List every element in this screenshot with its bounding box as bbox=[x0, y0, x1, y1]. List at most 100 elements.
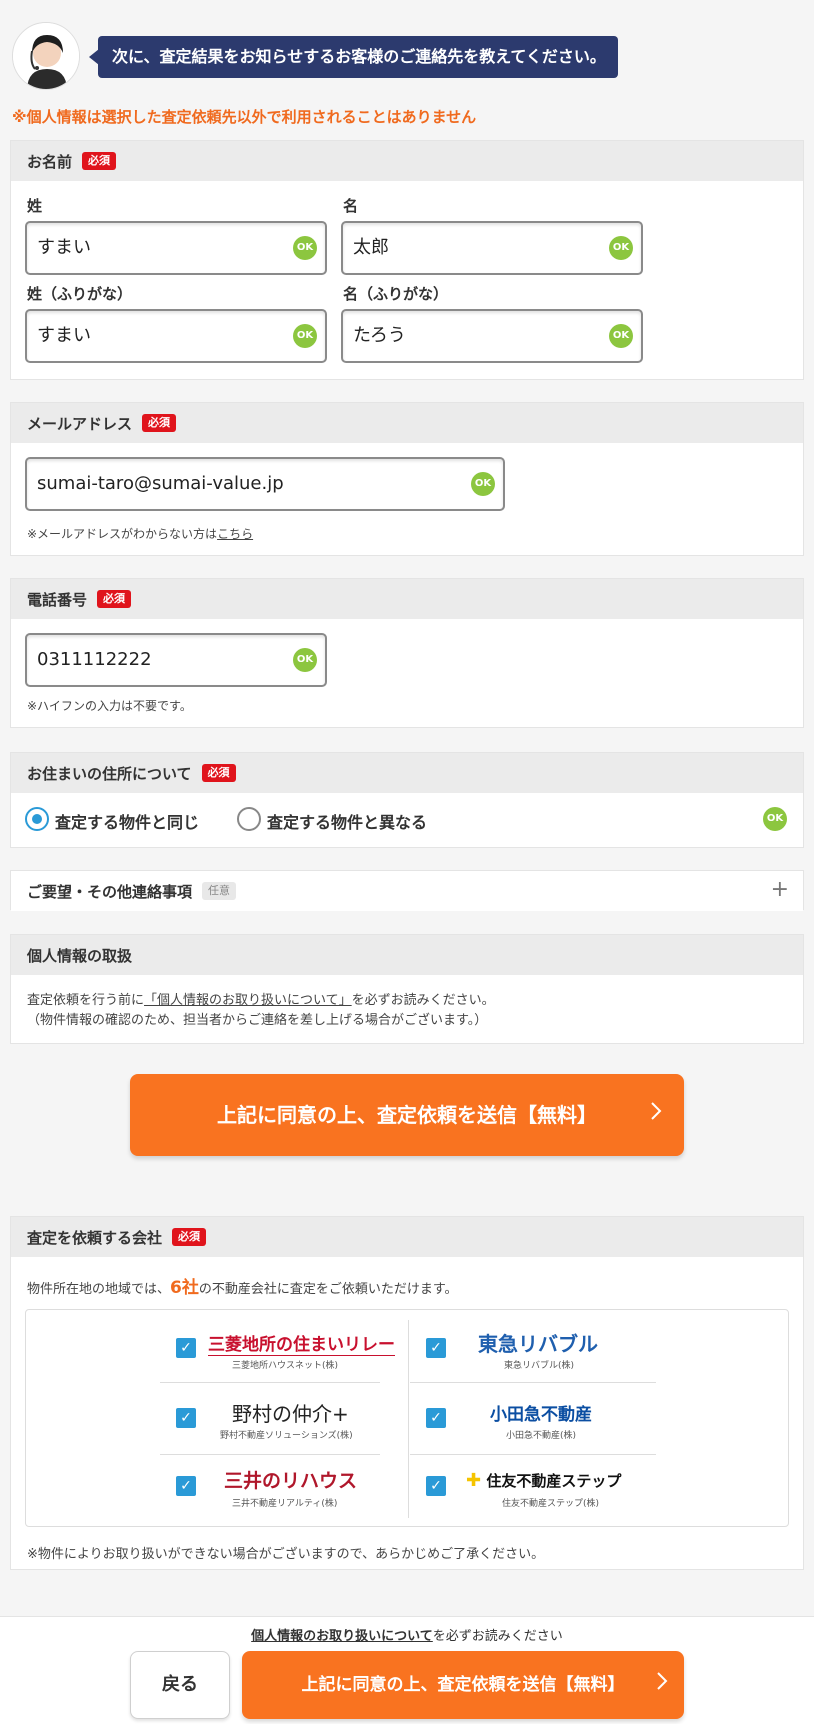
ok-check-icon: OK bbox=[293, 236, 317, 260]
company-checkbox-mitsui[interactable]: ✓ bbox=[176, 1476, 196, 1496]
email-help-link[interactable]: こちら bbox=[217, 527, 253, 541]
address-section-title: お住まいの住所について bbox=[27, 764, 192, 783]
companies-section-title: 査定を依頼する会社 bbox=[27, 1228, 163, 1247]
phone-help-note: ※ハイフンの入力は不要です。 bbox=[27, 699, 192, 713]
first-name-input[interactable]: 太郎 OK bbox=[341, 221, 643, 275]
ok-check-icon: OK bbox=[609, 236, 633, 260]
privacy-text: 査定依頼を行う前に「個人情報のお取り扱いについて」を必ずお読みください。 （物件… bbox=[27, 991, 495, 1031]
ok-check-icon: OK bbox=[471, 472, 495, 496]
privacy-section-title: 個人情報の取扱 bbox=[27, 946, 133, 965]
address-different-label[interactable]: 査定する物件と異なる bbox=[267, 809, 427, 833]
required-badge: 必須 bbox=[82, 152, 117, 170]
operator-avatar bbox=[12, 22, 80, 90]
first-kana-input[interactable]: たろう OK bbox=[341, 309, 643, 363]
privacy-text-suffix: を必ずお読みください。 bbox=[351, 993, 495, 1008]
last-kana-label: 姓（ふりがな） bbox=[27, 285, 133, 303]
footer-submit-button[interactable]: 上記に同意の上、査定依頼を送信【無料】 bbox=[242, 1651, 684, 1719]
email-value: sumai-taro@sumai-value.jp bbox=[37, 473, 284, 494]
companies-intro: 物件所在地の地域では、6社の不動産会社に査定をご依頼いただけます。 bbox=[27, 1273, 458, 1298]
company-logo-sumitomo-text: 住友不動産ステップ bbox=[486, 1472, 622, 1490]
last-kana-value: すまい bbox=[37, 325, 91, 346]
phone-section: 電話番号 必須 0311112222 OK ※ハイフンの入力は不要です。 bbox=[10, 578, 804, 728]
required-badge: 必須 bbox=[142, 414, 177, 432]
expand-plus-icon[interactable]: + bbox=[771, 877, 789, 902]
guide-bubble: 次に、査定結果をお知らせするお客様のご連絡先を教えてください。 bbox=[89, 36, 618, 78]
privacy-section-header: 個人情報の取扱 bbox=[11, 935, 803, 975]
chevron-right-icon bbox=[656, 1651, 668, 1719]
companies-list: ✓ 三菱地所の住まいリレー 三菱地所ハウスネット(株) ✓ 東急リバブル 東急リ… bbox=[25, 1309, 789, 1527]
first-kana-label: 名（ふりがな） bbox=[343, 285, 449, 303]
name-section: お名前 必須 姓 名 すまい OK 太郎 OK 姓（ふりがな） 名（ふりがな） … bbox=[10, 140, 804, 380]
companies-section-header: 査定を依頼する会社 必須 bbox=[11, 1217, 803, 1257]
company-name-nomura: 野村不動産ソリューションズ(株) bbox=[220, 1431, 353, 1441]
ok-check-icon: OK bbox=[609, 324, 633, 348]
last-kana-input[interactable]: すまい OK bbox=[25, 309, 327, 363]
sumitomo-leaf-icon: ✚ bbox=[466, 1470, 482, 1491]
required-badge: 必須 bbox=[172, 1228, 207, 1246]
company-name-odakyu: 小田急不動産(株) bbox=[506, 1431, 577, 1441]
address-different-radio[interactable] bbox=[237, 807, 261, 831]
email-section-title: メールアドレス bbox=[27, 414, 133, 433]
privacy-notice: ※個人情報は選択した査定依頼先以外で利用されることはありません bbox=[12, 108, 477, 126]
companies-intro-suffix: の不動産会社に査定をご依頼いただけます。 bbox=[198, 1282, 458, 1297]
company-checkbox-odakyu[interactable]: ✓ bbox=[426, 1408, 446, 1428]
footer-bar: 個人情報のお取り扱いについてを必ずお読みください 戻る 上記に同意の上、査定依頼… bbox=[0, 1616, 814, 1724]
privacy-text-prefix: 査定依頼を行う前に bbox=[27, 993, 145, 1008]
company-checkbox-nomura[interactable]: ✓ bbox=[176, 1408, 196, 1428]
company-name-mitsubishi: 三菱地所ハウスネット(株) bbox=[232, 1361, 339, 1371]
phone-section-header: 電話番号 必須 bbox=[11, 579, 803, 619]
back-button[interactable]: 戻る bbox=[130, 1651, 230, 1719]
companies-section: 査定を依頼する会社 必須 物件所在地の地域では、6社の不動産会社に査定をご依頼い… bbox=[10, 1216, 804, 1570]
footer-privacy-link[interactable]: 個人情報のお取り扱いについて bbox=[251, 1629, 433, 1644]
ok-check-icon: OK bbox=[293, 648, 317, 672]
footer-notice-suffix: を必ずお読みください bbox=[432, 1629, 563, 1644]
footer-notice: 個人情報のお取り扱いについてを必ずお読みください bbox=[0, 1625, 814, 1644]
privacy-text-line2: （物件情報の確認のため、担当者からご連絡を差し上げる場合がございます。） bbox=[27, 1013, 488, 1028]
company-logo-nomura: 野村の仲介+ bbox=[232, 1402, 349, 1426]
companies-count: 6社 bbox=[170, 1278, 199, 1298]
last-name-value: すまい bbox=[37, 237, 91, 258]
company-logo-tokyu: 東急リバブル bbox=[478, 1332, 598, 1356]
company-checkbox-mitsubishi[interactable]: ✓ bbox=[176, 1338, 196, 1358]
companies-intro-prefix: 物件所在地の地域では、 bbox=[27, 1282, 171, 1297]
company-logo-odakyu: 小田急不動産 bbox=[490, 1405, 592, 1425]
email-help-note: ※メールアドレスがわからない方はこちら bbox=[27, 525, 253, 542]
company-checkbox-sumitomo[interactable]: ✓ bbox=[426, 1476, 446, 1496]
requests-section[interactable]: ご要望・その他連絡事項 任意 + bbox=[10, 870, 804, 911]
phone-input[interactable]: 0311112222 OK bbox=[25, 633, 327, 687]
last-name-input[interactable]: すまい OK bbox=[25, 221, 327, 275]
privacy-policy-link[interactable]: 「個人情報のお取り扱いについて」 bbox=[144, 993, 352, 1008]
company-logo-sumitomo: ✚ 住友不動産ステップ bbox=[466, 1470, 621, 1491]
company-name-mitsui: 三井不動産リアルティ(株) bbox=[232, 1499, 338, 1509]
first-name-value: 太郎 bbox=[353, 237, 389, 258]
company-checkbox-tokyu[interactable]: ✓ bbox=[426, 1338, 446, 1358]
address-section-header: お住まいの住所について 必須 bbox=[11, 753, 803, 793]
company-logo-mitsui: 三井のリハウス bbox=[224, 1470, 358, 1492]
email-section-header: メールアドレス 必須 bbox=[11, 403, 803, 443]
ok-check-icon: OK bbox=[763, 807, 787, 831]
requests-section-header[interactable]: ご要望・その他連絡事項 任意 + bbox=[11, 871, 803, 911]
ok-check-icon: OK bbox=[293, 324, 317, 348]
name-section-header: お名前 必須 bbox=[11, 141, 803, 181]
optional-badge: 任意 bbox=[202, 882, 237, 900]
company-logo-mitsubishi: 三菱地所の住まいリレー bbox=[208, 1330, 395, 1356]
chevron-right-icon bbox=[650, 1074, 662, 1156]
phone-value: 0311112222 bbox=[37, 649, 152, 670]
requests-section-title: ご要望・その他連絡事項 bbox=[27, 882, 193, 901]
email-input[interactable]: sumai-taro@sumai-value.jp OK bbox=[25, 457, 505, 511]
last-name-label: 姓 bbox=[27, 197, 43, 215]
company-name-sumitomo: 住友不動産ステップ(株) bbox=[502, 1499, 600, 1509]
privacy-section: 個人情報の取扱 査定依頼を行う前に「個人情報のお取り扱いについて」を必ずお読みく… bbox=[10, 934, 804, 1044]
phone-section-title: 電話番号 bbox=[27, 590, 88, 609]
guide-bubble-text: 次に、査定結果をお知らせするお客様のご連絡先を教えてください。 bbox=[112, 47, 606, 66]
required-badge: 必須 bbox=[201, 764, 236, 782]
email-section: メールアドレス 必須 sumai-taro@sumai-value.jp OK … bbox=[10, 402, 804, 556]
address-same-label[interactable]: 査定する物件と同じ bbox=[55, 809, 199, 833]
first-name-label: 名 bbox=[343, 197, 359, 215]
submit-button[interactable]: 上記に同意の上、査定依頼を送信【無料】 bbox=[130, 1074, 684, 1156]
companies-note: ※物件によりお取り扱いができない場合がございますので、あらかじめご了承ください。 bbox=[27, 1547, 545, 1562]
address-same-radio[interactable] bbox=[25, 807, 49, 831]
first-kana-value: たろう bbox=[353, 325, 406, 346]
required-badge: 必須 bbox=[97, 590, 132, 608]
address-section: お住まいの住所について 必須 査定する物件と同じ 査定する物件と異なる OK bbox=[10, 752, 804, 848]
